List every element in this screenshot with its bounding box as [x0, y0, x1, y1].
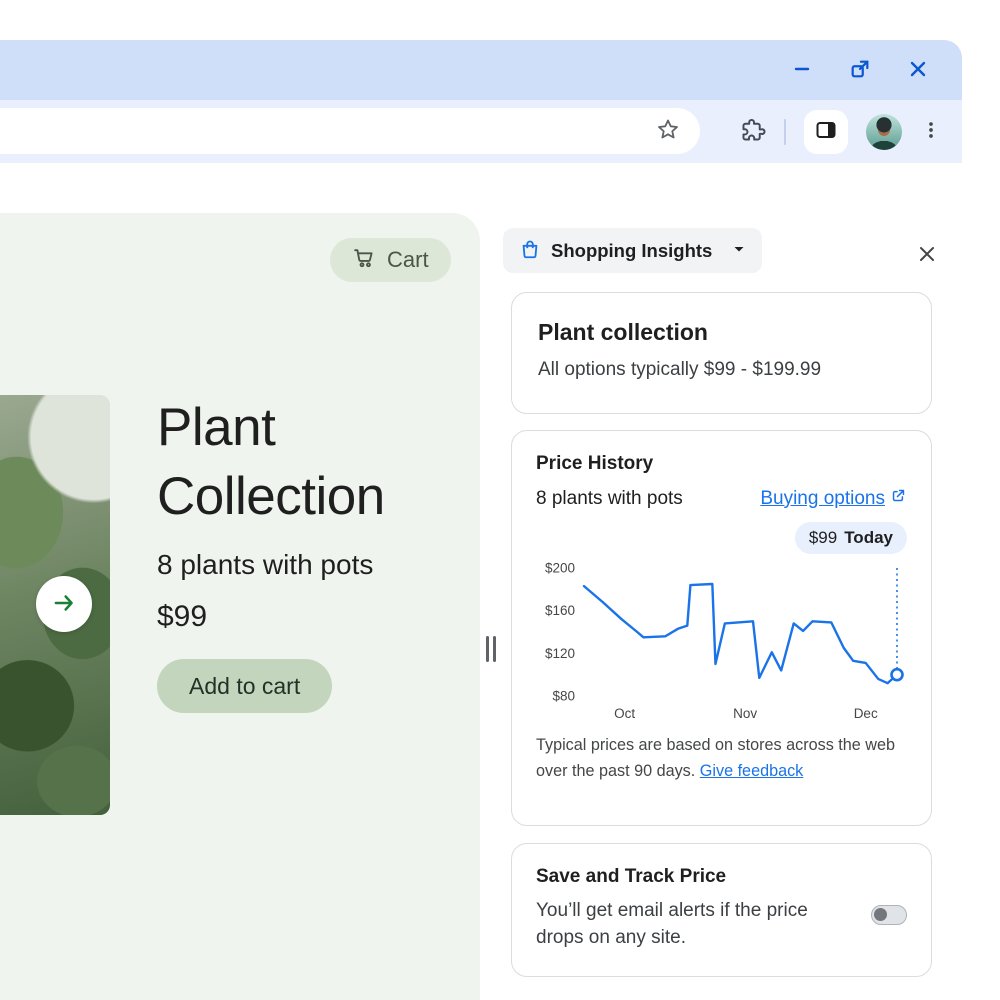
save-track-body: You’ll get email alerts if the price dro…: [536, 900, 808, 948]
chevron-down-icon: [732, 242, 746, 259]
price-history-subheader: 8 plants with pots Buying options: [536, 487, 907, 510]
bookmark-star-icon[interactable]: [656, 117, 680, 146]
svg-text:Nov: Nov: [733, 706, 757, 721]
browser-menu-button[interactable]: [920, 119, 942, 144]
arrow-right-icon: [51, 590, 77, 619]
extensions-button[interactable]: [740, 117, 766, 146]
close-window-icon: [907, 58, 929, 83]
svg-text:$200: $200: [545, 561, 575, 576]
close-button[interactable]: [900, 52, 936, 88]
page-title-line2: Collection: [157, 467, 385, 526]
product-subtitle: 8 plants with pots: [157, 549, 374, 580]
browser-toolbar: [0, 100, 962, 163]
product-summary-card: Plant collection All options typically $…: [511, 292, 932, 414]
product-summary-price-range: All options typically $99 - $199.99: [538, 359, 822, 380]
window-titlebar: [0, 40, 962, 100]
page-title-line1: Plant: [157, 398, 276, 457]
price-history-subtitle: 8 plants with pots: [536, 487, 683, 509]
toggle-knob: [874, 908, 887, 921]
svg-text:Oct: Oct: [614, 706, 635, 721]
three-dot-menu-icon: [920, 119, 942, 144]
side-panel-icon: [814, 118, 838, 145]
price-alert-toggle[interactable]: [871, 905, 907, 925]
price-history-footnote: Typical prices are based on stores acros…: [536, 732, 907, 784]
page-title: Plant Collection: [157, 393, 385, 531]
browser-window: Cart Plant Collection 8 plants with pots…: [0, 40, 962, 1000]
price-history-chart: $200 $160 $120 $80 Oct Nov Dec: [545, 561, 904, 721]
price-history-card: Price History 8 plants with pots Buying …: [511, 430, 932, 826]
svg-text:$80: $80: [552, 689, 575, 704]
address-bar[interactable]: [0, 108, 700, 154]
shopping-bag-icon: [519, 238, 541, 263]
toolbar-divider: [784, 118, 786, 145]
screenshot-root: Cart Plant Collection 8 plants with pots…: [0, 0, 1000, 1000]
window-controls: [784, 52, 936, 88]
cart-button[interactable]: Cart: [330, 238, 451, 282]
today-price-label: Today: [844, 528, 893, 547]
svg-text:$120: $120: [545, 646, 575, 661]
minimize-icon: [791, 58, 813, 83]
minimize-button[interactable]: [784, 52, 820, 88]
cart-button-label: Cart: [387, 247, 429, 272]
profile-avatar[interactable]: [866, 113, 902, 150]
buying-options-label: Buying options: [760, 487, 885, 509]
save-track-row: You’ll get email alerts if the price dro…: [536, 897, 907, 951]
side-panel-button[interactable]: [804, 109, 848, 154]
buying-options-link[interactable]: Buying options: [760, 487, 907, 510]
price-history-title: Price History: [536, 453, 654, 474]
add-to-cart-button[interactable]: Add to cart: [157, 659, 333, 713]
today-price-badge-row: $99 Today: [536, 522, 907, 554]
side-panel-dropdown[interactable]: Shopping Insights: [503, 228, 762, 273]
restore-button[interactable]: [842, 52, 878, 88]
cart-icon: [352, 245, 377, 276]
today-price-value: $99: [808, 528, 838, 547]
pop-out-window-icon: [849, 58, 871, 83]
save-track-title: Save and Track Price: [536, 866, 727, 887]
external-link-icon: [890, 487, 907, 510]
svg-text:$160: $160: [545, 603, 575, 618]
puzzle-piece-icon: [740, 117, 766, 146]
side-panel-close-button[interactable]: [912, 240, 942, 270]
toolbar-actions: [740, 100, 942, 163]
next-image-button[interactable]: [36, 576, 92, 632]
side-panel-title: Shopping Insights: [551, 239, 713, 261]
today-price-badge: $99 Today: [794, 522, 907, 554]
panel-resize-handle[interactable]: [486, 636, 499, 662]
give-feedback-link[interactable]: Give feedback: [700, 762, 803, 780]
svg-text:Dec: Dec: [854, 706, 878, 721]
close-icon: [916, 243, 938, 268]
product-summary-title: Plant collection: [538, 319, 708, 345]
save-track-card: Save and Track Price You’ll get email al…: [511, 843, 932, 977]
product-price: $99: [157, 600, 208, 633]
